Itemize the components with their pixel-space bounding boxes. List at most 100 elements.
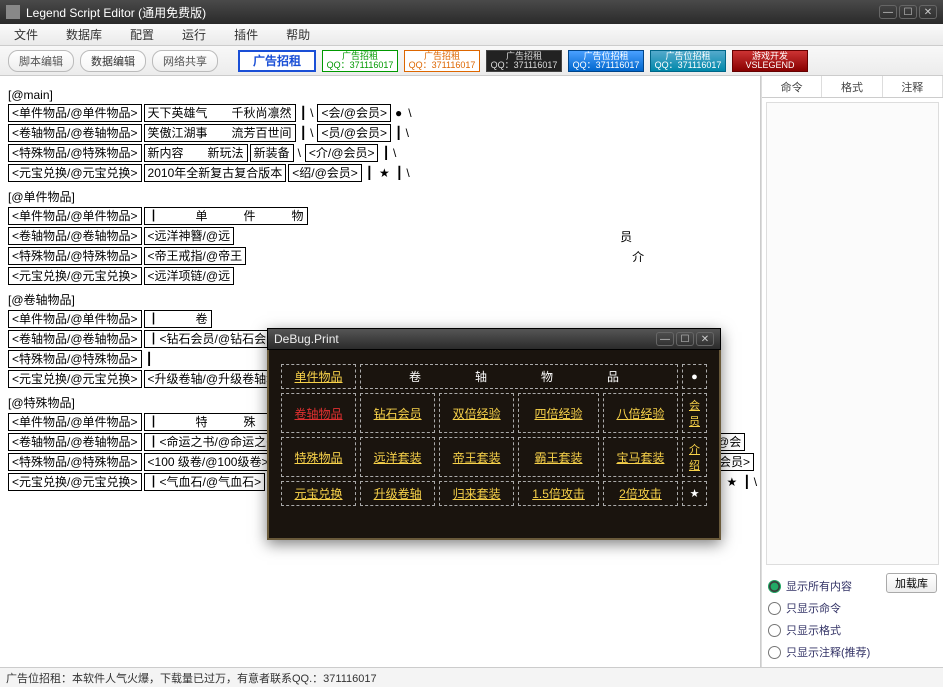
tail: ┃ \ [298, 106, 316, 120]
opt-cmd[interactable]: 只显示命令 [768, 597, 937, 619]
cell-juan2[interactable]: <卷轴物品/@卷轴物品> [8, 227, 142, 245]
maximize-button[interactable]: ☐ [899, 5, 917, 19]
cell-yuanbao[interactable]: <元宝兑换/@元宝兑换> [8, 164, 142, 182]
load-lib-button[interactable]: 加载库 [886, 573, 937, 593]
tab-network-share[interactable]: 网络共享 [152, 50, 218, 72]
cell-shao[interactable]: <绍/@会员> [288, 164, 362, 182]
dbg-r1c2: 卷 轴 物 品 [360, 364, 678, 389]
cell-xianglian[interactable]: <远洋项链/@远 [144, 267, 235, 285]
cell-danji4[interactable]: <单件物品/@单件物品> [8, 413, 142, 431]
cell-teshu2[interactable]: <特殊物品/@特殊物品> [8, 247, 142, 265]
side-panel: 命令 格式 注释 加载库 显示所有内容 只显示命令 只显示格式 只显示注释(推荐… [761, 76, 943, 667]
cell-up[interactable]: <升级卷轴/@升级卷轴> [144, 370, 278, 388]
debug-window: DeBug.Print — ☐ ✕ 单件物品 卷 轴 物 品 ● 卷轴物品 钻石… [267, 328, 721, 540]
ad-main[interactable]: 广告招租 [238, 50, 316, 72]
ad-4[interactable]: 广告招租QQ：371116017 [486, 50, 562, 72]
debug-titlebar[interactable]: DeBug.Print — ☐ ✕ [267, 328, 721, 350]
dbg-r2d[interactable]: 八倍经验 [603, 393, 678, 433]
section-juan: [@卷轴物品] [8, 291, 752, 308]
radio-all[interactable] [768, 580, 781, 593]
cell-2010: 2010年全新复古复合版本 [144, 164, 287, 182]
cell-jianghu: 笑傲江湖事 流芳百世间 [144, 124, 296, 142]
cell-teshu[interactable]: <特殊物品/@特殊物品> [8, 144, 142, 162]
cell-hui[interactable]: <会/@会员> [317, 104, 391, 122]
cell-diwang[interactable]: <帝王戒指/@帝王 [144, 247, 247, 265]
side-list[interactable] [766, 102, 939, 565]
debug-minimize[interactable]: — [656, 332, 674, 346]
dbg-r4c[interactable]: 1.5倍攻击 [518, 481, 599, 506]
star: ★ [377, 166, 392, 180]
opt-cmt[interactable]: 只显示注释(推荐) [768, 641, 937, 663]
dbg-side3[interactable]: 介绍 [682, 437, 707, 477]
dbg-r3c[interactable]: 霸王套装 [518, 437, 599, 477]
cell-juan3[interactable]: <卷轴物品/@卷轴物品> [8, 330, 142, 348]
debug-maximize[interactable]: ☐ [676, 332, 694, 346]
cell-juan[interactable]: <卷轴物品/@卷轴物品> [8, 124, 142, 142]
cell-yb4[interactable]: <元宝兑换/@元宝兑换> [8, 473, 142, 491]
ad-6[interactable]: 广告位招租QQ：371116017 [650, 50, 726, 72]
tab-data-edit[interactable]: 数据编辑 [80, 50, 146, 72]
cell-danji2[interactable]: <单件物品/@单件物品> [8, 207, 142, 225]
menu-help[interactable]: 帮助 [272, 26, 324, 43]
tab-script-edit[interactable]: 脚本编辑 [8, 50, 74, 72]
minimize-button[interactable]: — [879, 5, 897, 19]
cell-danji3[interactable]: <单件物品/@单件物品> [8, 310, 142, 328]
radio-fmt[interactable] [768, 624, 781, 637]
opt-fmt[interactable]: 只显示格式 [768, 619, 937, 641]
menu-database[interactable]: 数据库 [52, 26, 116, 43]
dbg-r2c[interactable]: 四倍经验 [518, 393, 599, 433]
section-danji: [@单件物品] [8, 188, 752, 205]
menu-plugins[interactable]: 插件 [220, 26, 272, 43]
cell-yuanbao2[interactable]: <元宝兑换/@元宝兑换> [8, 267, 142, 285]
cell-yuanxiang[interactable]: <远洋神簪/@远 [144, 227, 235, 245]
dbg-r2c1[interactable]: 卷轴物品 [281, 393, 356, 433]
menu-file[interactable]: 文件 [0, 26, 52, 43]
script-editor[interactable]: [@main] <单件物品/@单件物品> 天下英雄气 千秋尚凛然 ┃ \ <会/… [0, 76, 761, 667]
menubar: 文件 数据库 配置 运行 插件 帮助 [0, 24, 943, 46]
cell-danji[interactable]: <单件物品/@单件物品> [8, 104, 142, 122]
opt-all[interactable]: 显示所有内容 [768, 575, 886, 597]
radio-cmt[interactable] [768, 646, 781, 659]
dbg-r3b[interactable]: 帝王套装 [439, 437, 514, 477]
radio-cmd[interactable] [768, 602, 781, 615]
dbg-r4b[interactable]: 归来套装 [439, 481, 514, 506]
cell-yb3[interactable]: <元宝兑换/@元宝兑换> [8, 370, 142, 388]
dbg-r4a[interactable]: 升级卷轴 [360, 481, 435, 506]
app-icon [6, 5, 20, 19]
cell-teshu3[interactable]: <特殊物品/@特殊物品> [8, 350, 142, 368]
cell-juan-head: ┃ 卷 [144, 310, 212, 328]
dbg-r4c1[interactable]: 元宝兑换 [281, 481, 356, 506]
ad-7[interactable]: 游戏开发VSLEGEND [732, 50, 808, 72]
side-tab-cmd[interactable]: 命令 [762, 76, 822, 97]
debug-body: 单件物品 卷 轴 物 品 ● 卷轴物品 钻石会员 双倍经验 四倍经验 八倍经验 … [267, 350, 721, 540]
cell-hero: 天下英雄气 千秋尚凛然 [144, 104, 296, 122]
cell-juan4[interactable]: <卷轴物品/@卷轴物品> [8, 433, 142, 451]
debug-close[interactable]: ✕ [696, 332, 714, 346]
menu-config[interactable]: 配置 [116, 26, 168, 43]
dot: ● [393, 106, 404, 120]
ad-2[interactable]: 广告招租QQ：371116017 [322, 50, 398, 72]
dbg-r4d[interactable]: 2倍攻击 [603, 481, 678, 506]
cell-yuan[interactable]: <员/@会员> [317, 124, 391, 142]
side-tab-cmt[interactable]: 注释 [883, 76, 943, 97]
cell-jie[interactable]: <介/@会员> [305, 144, 379, 162]
section-main: [@main] [8, 88, 752, 102]
ad-3[interactable]: 广告招租QQ：371116017 [404, 50, 480, 72]
cell-teshu4[interactable]: <特殊物品/@特殊物品> [8, 453, 142, 471]
dbg-r3c1[interactable]: 特殊物品 [281, 437, 356, 477]
ad-5[interactable]: 广告位招租QQ：371116017 [568, 50, 644, 72]
dbg-r3d[interactable]: 宝马套装 [603, 437, 678, 477]
side-tab-fmt[interactable]: 格式 [822, 76, 882, 97]
status-bar: 广告位招租：本软件人气火爆，下载量已过万，有意者联系QQ.：371116017 [0, 667, 943, 687]
menu-run[interactable]: 运行 [168, 26, 220, 43]
cell-j100[interactable]: <100 级卷/@100级卷> [144, 453, 273, 471]
dbg-side4: ★ [682, 481, 707, 506]
dbg-r3a[interactable]: 远洋套装 [360, 437, 435, 477]
dbg-r2a[interactable]: 钻石会员 [360, 393, 435, 433]
dbg-side2[interactable]: 会员 [682, 393, 707, 433]
dbg-r1c1[interactable]: 单件物品 [281, 364, 356, 389]
dbg-r2b[interactable]: 双倍经验 [439, 393, 514, 433]
cell-qixue[interactable]: ┃<气血石/@气血石> [144, 473, 266, 491]
titlebar: Legend Script Editor (通用免费版) — ☐ ✕ [0, 0, 943, 24]
close-button[interactable]: ✕ [919, 5, 937, 19]
